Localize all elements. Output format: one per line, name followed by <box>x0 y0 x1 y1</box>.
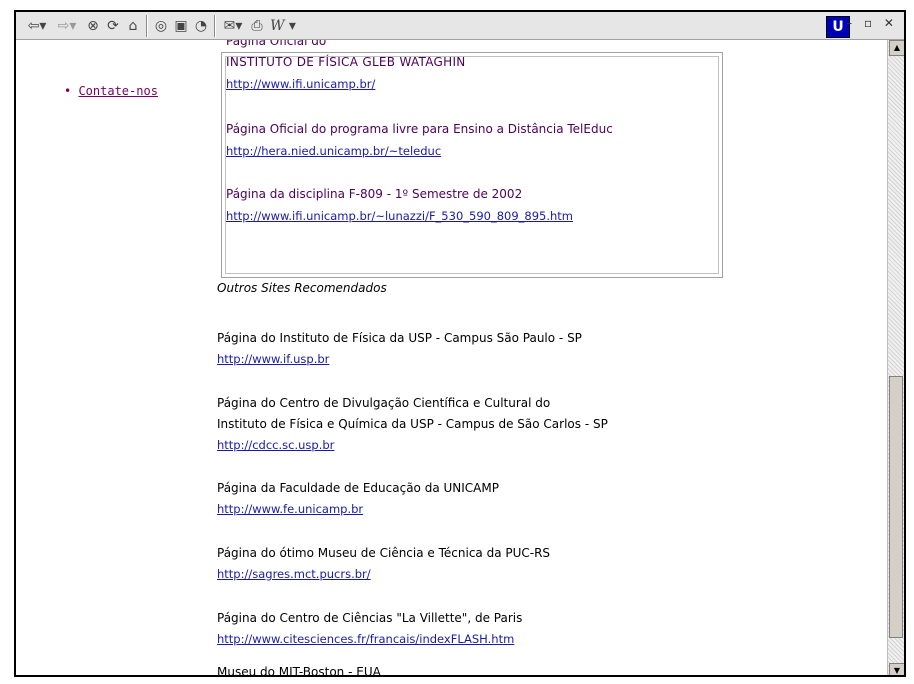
back-icon[interactable]: ⇦▾ <box>24 16 50 36</box>
window-controls[interactable]: – ▫ ✕ <box>846 16 898 30</box>
toolbar-divider <box>214 15 216 37</box>
search-icon[interactable]: ◎ <box>152 16 170 36</box>
site-title: Página do ótimo Museu de Ciência e Técni… <box>217 546 551 560</box>
contact-link[interactable]: Contate-nos <box>78 84 157 98</box>
site-link[interactable]: http://cdcc.sc.usp.br <box>217 438 334 452</box>
box-item-link[interactable]: http://hera.nied.unicamp.br/~teleduc <box>226 144 441 158</box>
box-item-link[interactable]: http://www.ifi.unicamp.br/ <box>226 77 375 91</box>
site-title: Página do Instituto de Física da USP - C… <box>217 331 582 345</box>
toolbar-divider <box>146 15 148 37</box>
box-item-link[interactable]: http://www.ifi.unicamp.br/~lunazzi/F_530… <box>226 209 573 223</box>
site-link[interactable]: http://www.fe.unicamp.br <box>217 502 363 516</box>
home-icon[interactable]: ⌂ <box>124 16 142 36</box>
mail-icon[interactable]: ✉▾ <box>220 16 246 36</box>
site-title: Página da Faculdade de Educação da UNICA… <box>217 481 499 495</box>
favorites-icon[interactable]: ▣ <box>172 16 190 36</box>
browser-window: ⇦▾ ⇨▾ ⊗ ⟳ ⌂ ◎ ▣ ◔ ✉▾ ⎙ W ▾ U – ▫ ✕ • Con… <box>14 10 906 677</box>
site-link[interactable]: http://sagres.mct.pucrs.br/ <box>217 567 371 581</box>
scroll-up-icon[interactable]: ▲ <box>889 40 904 56</box>
vertical-scrollbar[interactable]: ▲ ▼ <box>887 40 904 675</box>
history-icon[interactable]: ◔ <box>192 16 210 36</box>
word-edit-icon[interactable]: W ▾ <box>268 16 298 36</box>
page-content: • Contate-nos Página Oficial do INSTITUT… <box>16 40 889 677</box>
site-title: Página do Centro de Ciências "La Villett… <box>217 611 523 625</box>
site-title: Museu do MIT-Boston - EUA <box>217 665 381 677</box>
stop-icon[interactable]: ⊗ <box>84 16 102 36</box>
box-item-title: Página Oficial do <box>226 40 327 48</box>
print-icon[interactable]: ⎙ <box>248 16 266 36</box>
section-heading: Outros Sites Recomendados <box>217 281 387 295</box>
refresh-icon[interactable]: ⟳ <box>104 16 122 36</box>
scroll-thumb[interactable] <box>889 376 903 638</box>
site-title: Página do Centro de Divulgação Científic… <box>217 396 551 410</box>
site-link[interactable]: http://www.citesciences.fr/francais/inde… <box>217 632 514 646</box>
sidebar-nav: • Contate-nos <box>64 84 158 98</box>
site-title: Instituto de Física e Química da USP - C… <box>217 417 608 431</box>
box-item-title: Página Oficial do programa livre para En… <box>226 122 613 136</box>
box-item-title: INSTITUTO DE FÍSICA GLEB WATAGHIN <box>226 55 466 69</box>
box-item-title: Página da disciplina F-809 - 1º Semestre… <box>226 187 523 201</box>
scroll-down-icon[interactable]: ▼ <box>889 663 904 675</box>
site-link[interactable]: http://www.if.usp.br <box>217 352 329 366</box>
forward-icon[interactable]: ⇨▾ <box>54 16 80 36</box>
browser-toolbar: ⇦▾ ⇨▾ ⊗ ⟳ ⌂ ◎ ▣ ◔ ✉▾ ⎙ W ▾ U – ▫ ✕ <box>16 12 904 40</box>
